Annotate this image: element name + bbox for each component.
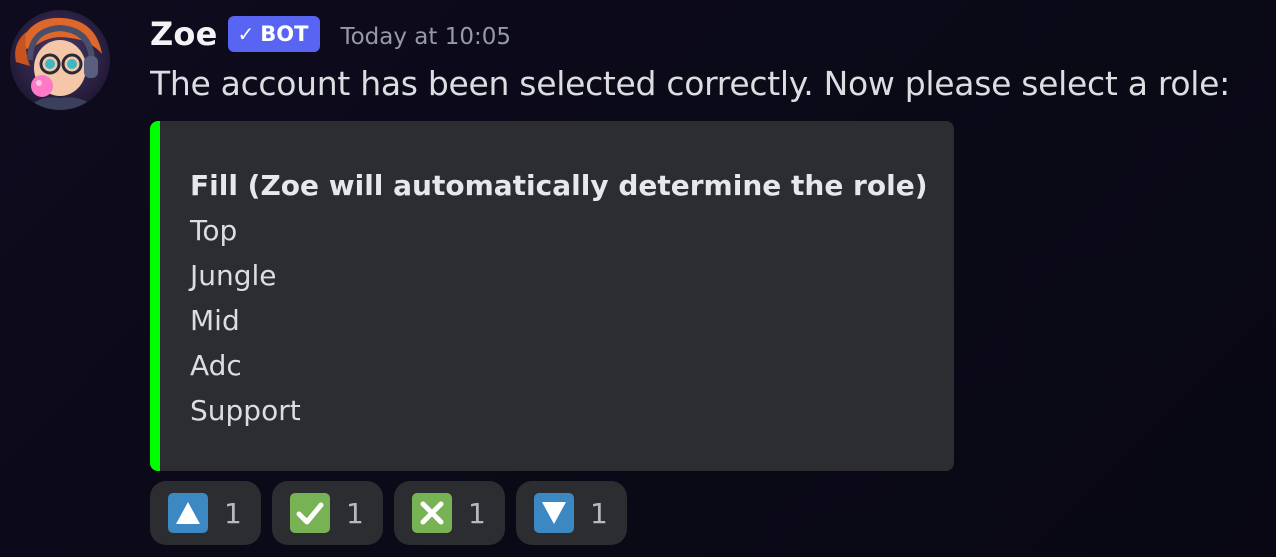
username[interactable]: Zoe [150,15,218,53]
cross-mark-button-icon [412,493,452,533]
reaction-count: 1 [224,496,242,530]
check-icon: ✓ [237,22,255,46]
bot-badge: ✓ BOT [227,16,321,52]
message-header: Zoe ✓ BOT Today at 10:05 [150,12,511,56]
embed-description: Fill (Zoe will automatically determine t… [190,163,928,433]
reaction-check-mark[interactable]: 1 [272,481,383,545]
role-option-fill: Fill (Zoe will automatically determine t… [190,169,928,202]
message-content: The account has been selected correctly.… [150,64,1230,103]
reaction-arrow-down[interactable]: 1 [516,481,627,545]
reaction-cross-mark[interactable]: 1 [394,481,505,545]
embed-accent-bar [150,121,160,471]
role-option-adc: Adc [190,349,242,382]
reaction-arrow-up[interactable]: 1 [150,481,261,545]
reaction-count: 1 [346,496,364,530]
role-option-mid: Mid [190,304,240,337]
timestamp[interactable]: Today at 10:05 [340,24,511,50]
reaction-count: 1 [468,496,486,530]
arrow-up-button-icon [168,493,208,533]
reactions-bar: 1 1 1 1 [150,481,627,545]
arrow-down-button-icon [534,493,574,533]
role-option-support: Support [190,394,301,427]
white-check-mark-icon [290,493,330,533]
reaction-count: 1 [590,496,608,530]
chat-message: Zoe ✓ BOT Today at 10:05 The account has… [0,0,1276,557]
role-option-top: Top [190,214,238,247]
bot-badge-label: BOT [260,22,309,46]
avatar[interactable] [10,10,110,110]
role-option-jungle: Jungle [190,259,277,292]
zoe-avatar-icon [10,10,110,110]
embed: Fill (Zoe will automatically determine t… [150,121,954,471]
